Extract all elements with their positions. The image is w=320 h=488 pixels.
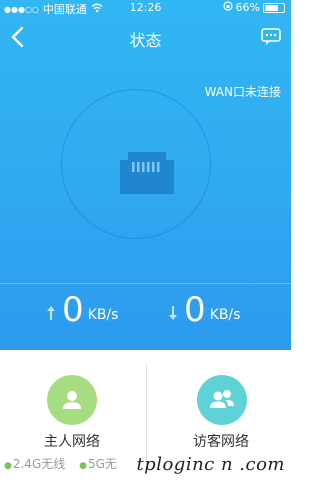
ethernet-port-icon	[118, 150, 176, 196]
download-speed: 0 KB/s	[168, 293, 240, 327]
battery-percent: 66%	[235, 1, 260, 14]
upload-speed-value: 0	[62, 290, 84, 330]
download-speed-unit: KB/s	[209, 307, 241, 323]
band-label: 2.4G无线	[12, 457, 66, 471]
upload-speed-unit: KB/s	[87, 307, 119, 323]
guest-network-button[interactable]	[197, 375, 247, 425]
upload-speed: 0 KB/s	[46, 293, 118, 327]
host-network-label[interactable]: 主人网络	[44, 431, 100, 451]
message-button[interactable]	[261, 27, 281, 47]
orientation-lock-icon	[222, 1, 233, 14]
page-title: 状态	[129, 31, 162, 50]
band-list: ●2.4G无线 ●5G无	[4, 457, 117, 471]
status-bar: ●●●○○ 中国联通 12:26 66%	[0, 0, 291, 16]
download-speed-value: 0	[184, 290, 206, 330]
battery-icon	[263, 2, 285, 13]
arrow-down-icon	[169, 306, 177, 320]
wan-status: WAN口未连接	[204, 85, 281, 99]
divider	[0, 283, 291, 284]
status-panel: ●●●○○ 中国联通 12:26 66% 状态 WAN口未连接 0 KB/s 0…	[0, 0, 291, 350]
user-icon	[63, 391, 81, 409]
host-network-button[interactable]	[47, 375, 97, 425]
chat-bubble-icon	[261, 28, 281, 45]
users-icon	[210, 390, 234, 408]
arrow-up-icon	[47, 306, 55, 320]
guest-network-label[interactable]: 访客网络	[193, 431, 249, 451]
band-label: 5G无	[87, 457, 117, 471]
watermark: tploginc n .com	[136, 454, 285, 475]
navigation-bar: 状态	[0, 18, 291, 58]
